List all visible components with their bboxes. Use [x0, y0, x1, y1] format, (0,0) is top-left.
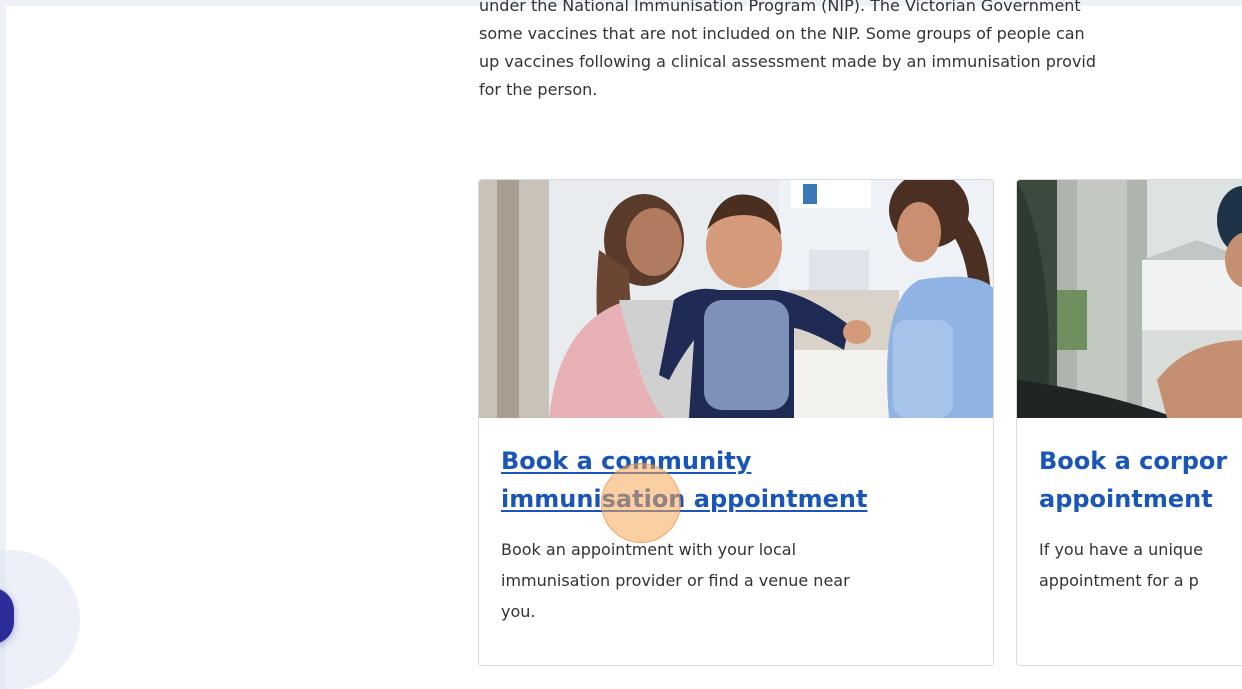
card-title-line: Book a corpor	[1039, 447, 1228, 475]
card-description: If you have a unique appointment for a p	[1039, 534, 1242, 596]
page-viewport: under the National Immunisation Program …	[0, 0, 1242, 689]
card-desc-line: appointment for a p	[1039, 571, 1199, 590]
card-desc-line: you.	[501, 602, 536, 621]
card-image-worker	[1017, 180, 1242, 418]
family-photo-illustration	[479, 180, 993, 418]
card-title-line: immunisation appointment	[501, 485, 868, 513]
intro-paragraph: under the National Immunisation Program …	[479, 0, 1242, 104]
card-title-line: appointment	[1039, 485, 1213, 513]
card-body: Book a community immunisation appointmen…	[479, 418, 993, 627]
book-community-appointment-link[interactable]: Book a community immunisation appointmen…	[501, 442, 971, 518]
card-title-line: Book a community	[501, 447, 752, 475]
worker-photo-illustration	[1017, 180, 1242, 418]
intro-line: up vaccines following a clinical assessm…	[479, 52, 1097, 71]
book-corporate-appointment-link[interactable]: Book a corpor appointment	[1039, 442, 1242, 518]
intro-line: under the National Immunisation Program …	[479, 0, 1081, 15]
community-immunisation-card[interactable]: Book a community immunisation appointmen…	[478, 179, 994, 666]
card-image-family-vaccination	[479, 180, 993, 418]
card-desc-line: If you have a unique	[1039, 540, 1204, 559]
card-desc-line: immunisation provider or find a venue ne…	[501, 571, 850, 590]
intro-line: some vaccines that are not included on t…	[479, 24, 1085, 43]
card-body: Book a corpor appointment If you have a …	[1017, 418, 1242, 596]
intro-line: for the person.	[479, 80, 598, 99]
card-description: Book an appointment with your local immu…	[501, 534, 971, 627]
card-desc-line: Book an appointment with your local	[501, 540, 797, 559]
corporate-immunisation-card[interactable]: Book a corpor appointment If you have a …	[1016, 179, 1242, 666]
